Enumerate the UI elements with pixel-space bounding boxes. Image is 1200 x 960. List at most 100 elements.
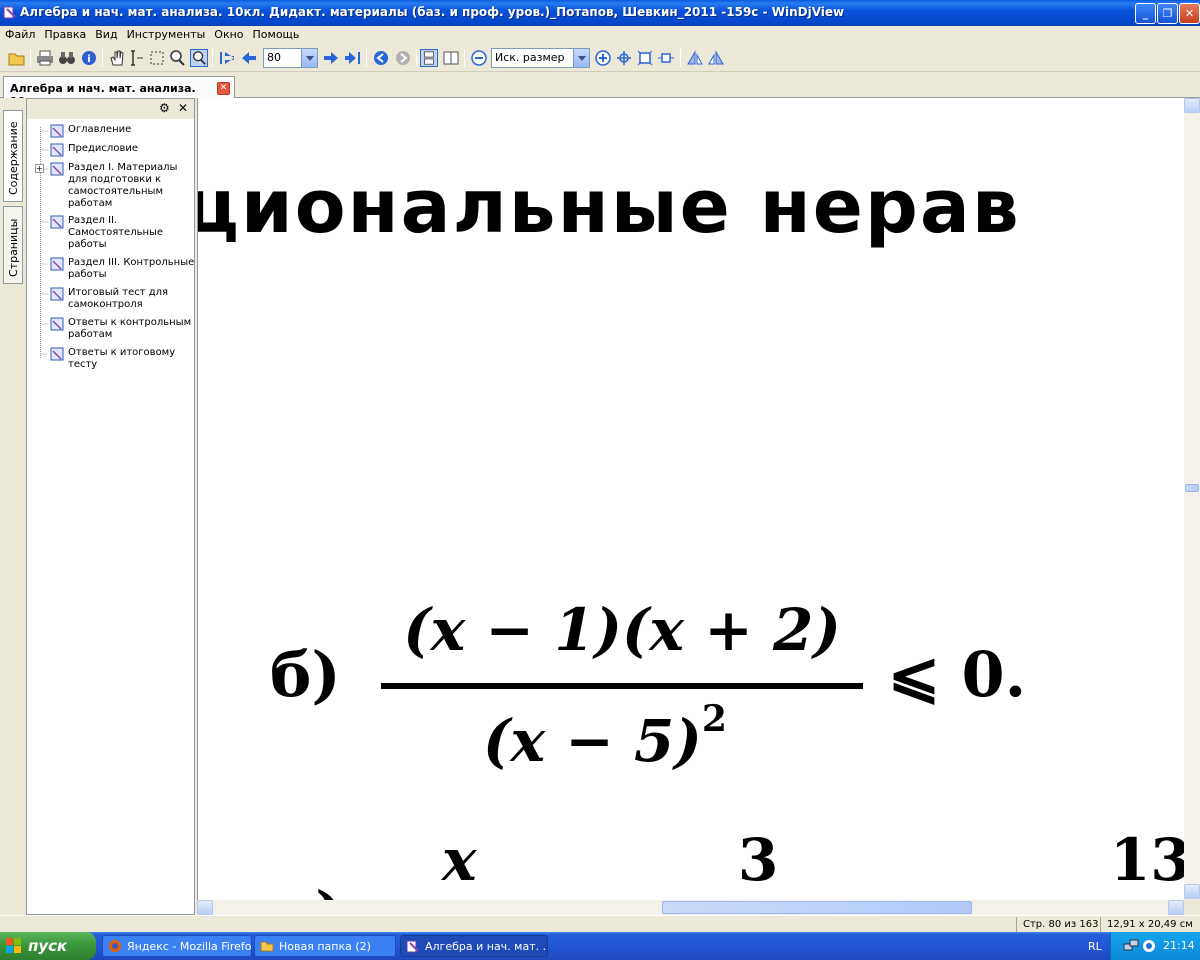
toc-item-label: Раздел III. Контрольные работы <box>68 257 195 280</box>
print-icon[interactable] <box>36 49 54 67</box>
page-number-value: 80 <box>267 51 281 64</box>
horizontal-scrollbar[interactable] <box>197 900 1184 915</box>
next-numerator-x: x <box>442 826 477 894</box>
task-folder[interactable]: Новая папка (2) <box>254 935 396 957</box>
tab-contents[interactable]: Содержание <box>3 110 23 202</box>
task-firefox[interactable]: Яндекс - Mozilla Firefox <box>102 935 252 957</box>
find-binoculars-icon[interactable] <box>58 49 76 67</box>
tab-contents-label: Содержание <box>7 121 20 195</box>
toc-item[interactable]: Раздел II. Самостоятельные работы <box>35 215 195 253</box>
chevron-down-icon[interactable] <box>301 49 317 67</box>
language-indicator[interactable]: RL <box>1088 940 1102 953</box>
bookmark-page-icon <box>50 162 64 176</box>
title-bar[interactable]: Алгебра и нач. мат. анализа. 10кл. Дидак… <box>0 0 1200 26</box>
security-shield-icon[interactable] <box>1141 938 1157 954</box>
document-view[interactable]: циональные нерав б) (x − 1)(x + 2) (x − … <box>197 98 1184 900</box>
back-icon[interactable] <box>372 49 390 67</box>
minimize-button[interactable]: _ <box>1135 3 1156 24</box>
fit-page-icon[interactable] <box>636 49 654 67</box>
chevron-down-icon[interactable] <box>573 49 589 67</box>
actual-size-icon[interactable] <box>657 49 675 67</box>
forward-icon[interactable] <box>394 49 412 67</box>
scroll-down-icon[interactable] <box>1184 884 1200 899</box>
task-windjview[interactable]: Алгебра и нач. мат. ... <box>400 935 548 957</box>
toc-item[interactable]: Итоговый тест для самоконтроля <box>35 287 195 315</box>
info-icon[interactable]: i <box>80 49 98 67</box>
zoom-combo[interactable]: Иск. размер <box>491 48 590 68</box>
rotate-left-icon[interactable] <box>686 49 704 67</box>
continuous-layout-icon[interactable] <box>420 49 438 67</box>
gear-icon[interactable]: ⚙ <box>159 101 170 115</box>
close-tab-icon[interactable]: ✕ <box>217 82 230 95</box>
toolbar-separator <box>680 49 681 67</box>
close-button[interactable]: ✕ <box>1179 3 1200 24</box>
task-label: Алгебра и нач. мат. ... <box>425 940 548 953</box>
zoom-tool-icon[interactable] <box>168 49 186 67</box>
previous-page-icon[interactable] <box>240 49 258 67</box>
document-tab-bar: Алгебра и нач. мат. анализа. 10кл. ... ✕ <box>0 72 1200 108</box>
status-size: 12,91 x 20,49 см <box>1100 917 1199 932</box>
next-page-icon[interactable] <box>322 49 340 67</box>
menu-help[interactable]: Помощь <box>248 26 304 41</box>
zoom-rect-icon[interactable] <box>190 49 208 67</box>
tab-pages[interactable]: Страницы <box>3 206 23 284</box>
rect-select-icon[interactable] <box>148 49 166 67</box>
zoom-value: Иск. размер <box>495 51 565 64</box>
close-panel-icon[interactable]: ✕ <box>178 101 188 115</box>
expand-icon[interactable]: + <box>35 164 44 173</box>
item-label-b: б) <box>270 638 341 711</box>
windjview-icon <box>406 940 419 953</box>
scroll-left-icon[interactable] <box>197 900 213 915</box>
toc-item-label: Ответы к контрольным работам <box>68 317 192 340</box>
toc-item[interactable]: Раздел III. Контрольные работы <box>35 257 195 285</box>
network-icon[interactable] <box>1123 938 1139 954</box>
bookmark-page-icon <box>50 124 64 138</box>
task-label: Новая папка (2) <box>279 940 371 953</box>
toolbar: i 80 Иск. размер <box>0 44 1200 72</box>
relation-le-zero: ⩽ 0. <box>888 638 1027 711</box>
facing-pages-icon[interactable] <box>442 49 460 67</box>
toolbar-separator <box>212 49 213 67</box>
status-bar: Стр. 80 из 163 12,91 x 20,49 см <box>0 915 1200 932</box>
menu-file[interactable]: Файл <box>0 26 39 41</box>
menu-window[interactable]: Окно <box>209 26 247 41</box>
toc-item[interactable]: Предисловие <box>35 143 195 161</box>
toc-item[interactable]: Ответы к контрольным работам <box>35 317 195 345</box>
horizontal-scroll-thumb[interactable] <box>662 901 972 914</box>
side-tabs: Содержание Страницы <box>0 98 26 915</box>
toc-item[interactable]: Оглавление <box>35 124 195 142</box>
toc-item[interactable]: + Раздел I. Материалы для подготовки к с… <box>35 162 195 212</box>
last-page-icon[interactable] <box>344 49 362 67</box>
vertical-scrollbar[interactable] <box>1184 98 1200 900</box>
toc-item-label: Оглавление <box>68 124 132 135</box>
first-page-icon[interactable] <box>218 49 236 67</box>
maximize-button[interactable]: ❐ <box>1157 3 1178 24</box>
toc-item[interactable]: Ответы к итоговому тесту <box>35 347 195 375</box>
fit-width-icon[interactable] <box>615 49 633 67</box>
start-button[interactable]: пуск <box>0 932 96 960</box>
hand-tool-icon[interactable] <box>108 49 126 67</box>
fraction-numerator: (x − 1)(x + 2) <box>403 596 841 664</box>
zoom-out-icon[interactable] <box>470 49 488 67</box>
menu-edit[interactable]: Правка <box>39 26 90 41</box>
contents-panel: ⚙ ✕ Оглавление Предисловие + Раздел I. М… <box>26 98 195 915</box>
task-label: Яндекс - Mozilla Firefox <box>127 940 252 953</box>
bookmark-page-icon <box>50 143 64 157</box>
toc-item-label: Итоговый тест для самоконтроля <box>68 287 169 310</box>
document-tab[interactable]: Алгебра и нач. мат. анализа. 10кл. ... ✕ <box>3 76 235 108</box>
page-number-combo[interactable]: 80 <box>263 48 318 68</box>
menu-tools[interactable]: Инструменты <box>122 26 210 41</box>
bookmark-page-icon <box>50 347 64 361</box>
zoom-in-icon[interactable] <box>594 49 612 67</box>
clock: 21:14 <box>1163 939 1195 952</box>
vertical-scroll-thumb[interactable] <box>1185 484 1199 492</box>
scroll-right-icon[interactable] <box>1168 900 1184 915</box>
bookmark-page-icon <box>50 215 64 229</box>
scroll-up-icon[interactable] <box>1184 98 1200 113</box>
toolbar-separator <box>464 49 465 67</box>
fraction-denominator: (x − 5)2 <box>483 698 727 775</box>
text-select-icon[interactable] <box>128 49 146 67</box>
open-folder-icon[interactable] <box>8 49 26 67</box>
menu-view[interactable]: Вид <box>90 26 121 41</box>
rotate-right-icon[interactable] <box>707 49 725 67</box>
